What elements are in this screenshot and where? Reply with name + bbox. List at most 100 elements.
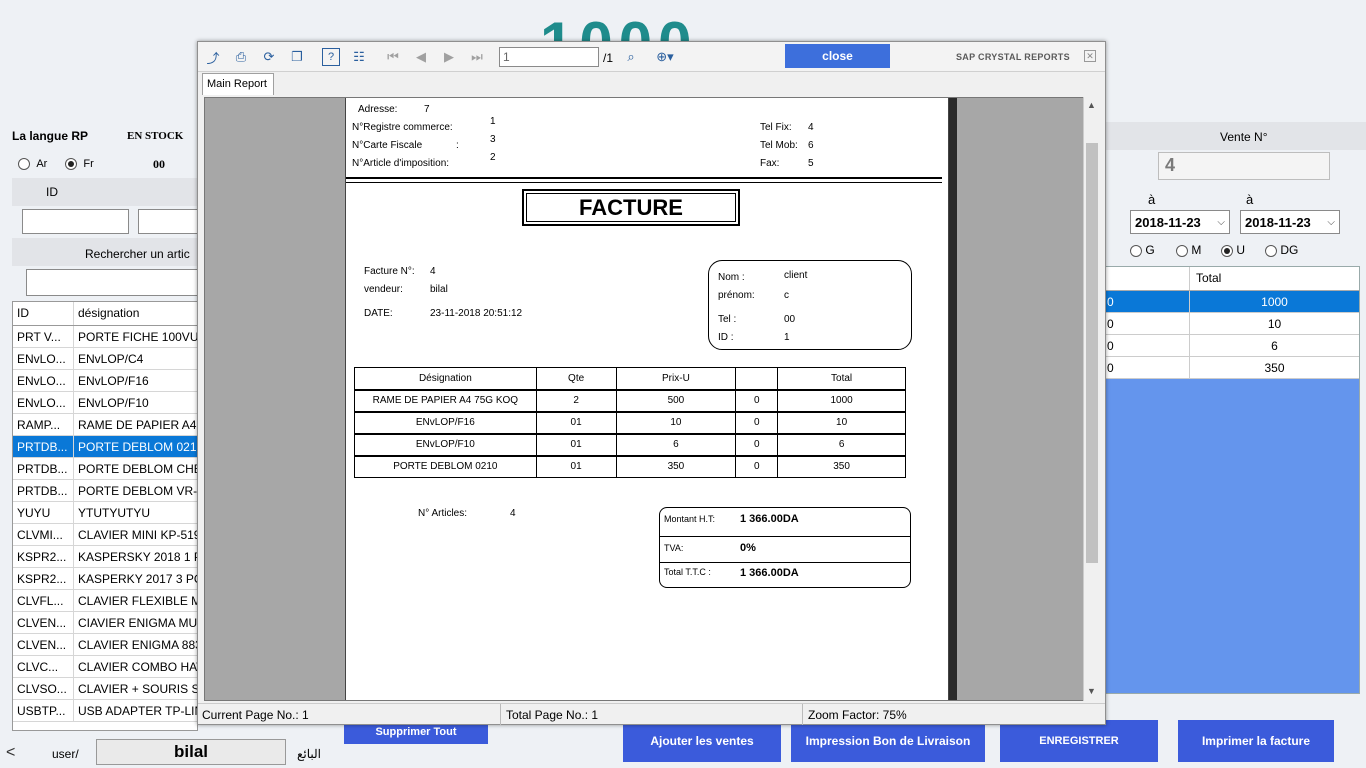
id-input[interactable] xyxy=(22,209,129,234)
cell-id[interactable]: CLVEN... xyxy=(13,634,74,655)
table-row[interactable]: USBTP... USB ADAPTER TP-LIN xyxy=(13,700,197,722)
cell-total[interactable]: 350 xyxy=(1190,357,1359,378)
table-row[interactable]: ENvLO... ENvLOP/F10 xyxy=(13,392,197,414)
cell-designation[interactable]: CLAVIER ENIGMA 883 xyxy=(74,634,197,655)
refresh-icon[interactable]: ⟳ xyxy=(260,48,278,66)
table-row[interactable]: PRT V... PORTE FICHE 100VUE xyxy=(13,326,197,348)
chevron-down-icon[interactable]: ⌵ xyxy=(1217,217,1225,228)
scroll-down-icon[interactable]: ▼ xyxy=(1087,686,1096,696)
cell-id[interactable]: CLVMI... xyxy=(13,524,74,545)
prev-page-icon[interactable]: ◀ xyxy=(412,48,430,66)
zoom-icon[interactable]: ⊕▾ xyxy=(650,48,680,66)
cell-designation[interactable]: ENvLOP/F10 xyxy=(74,392,197,413)
cell-designation[interactable]: ENvLOP/F16 xyxy=(74,370,197,391)
next-page-icon[interactable]: ▶ xyxy=(440,48,458,66)
chevron-down-icon[interactable]: ⌵ xyxy=(1327,217,1335,228)
cell-remise[interactable]: 0 xyxy=(1105,335,1190,356)
col-header-designation[interactable]: désignation xyxy=(74,302,197,325)
radio-dg[interactable]: DG xyxy=(1265,243,1298,257)
cell-id[interactable]: ENvLO... xyxy=(13,370,74,391)
scroll-up-icon[interactable]: ▲ xyxy=(1087,100,1096,110)
print-invoice-button[interactable]: Imprimer la facture xyxy=(1178,720,1334,762)
group-tree-icon[interactable]: ☷ xyxy=(350,48,368,66)
cell-id[interactable]: YUYU xyxy=(13,502,74,523)
cell-designation[interactable]: YTUTYUTYU xyxy=(74,502,197,523)
radio-u-circle[interactable] xyxy=(1221,244,1233,257)
copy-icon[interactable]: ❐ xyxy=(288,48,306,66)
table-row[interactable]: CLVSO... CLAVIER + SOURIS S xyxy=(13,678,197,700)
cell-remise[interactable]: 0 xyxy=(1105,291,1190,312)
report-canvas[interactable]: Adresse: 7 N°Registre commerce: 1 N°Cart… xyxy=(204,97,1100,701)
cell-total[interactable]: 6 xyxy=(1190,335,1359,356)
table-row[interactable]: CLVEN... CIAVIER ENIGMA MU xyxy=(13,612,197,634)
close-button[interactable]: close xyxy=(785,44,890,68)
radio-dg-circle[interactable] xyxy=(1265,244,1277,257)
cell-id[interactable]: ENvLO... xyxy=(13,348,74,369)
table-row[interactable]: KSPR2... KASPERKY 2017 3 PO xyxy=(13,568,197,590)
cell-id[interactable]: PRTDB... xyxy=(13,480,74,501)
cell-designation[interactable]: USB ADAPTER TP-LIN xyxy=(74,700,197,721)
cell-designation[interactable]: KASPERKY 2017 3 PO xyxy=(74,568,197,589)
cell-total[interactable]: 10 xyxy=(1190,313,1359,334)
cell-remise[interactable]: 0 xyxy=(1105,357,1190,378)
table-row[interactable]: PRTDB... PORTE DEBLOM CHEF xyxy=(13,458,197,480)
col-header-total[interactable]: Total xyxy=(1190,267,1359,290)
cell-designation[interactable]: CLAVIER COMBO HAV xyxy=(74,656,197,677)
cell-id[interactable]: CLVC... xyxy=(13,656,74,677)
page-number-input[interactable]: 1 xyxy=(499,47,599,67)
radio-ar-circle[interactable] xyxy=(18,157,30,170)
vente-number-field[interactable]: 4 xyxy=(1158,152,1330,180)
radio-g-circle[interactable] xyxy=(1130,244,1142,257)
table-row[interactable]: CLVC... CLAVIER COMBO HAV xyxy=(13,656,197,678)
cell-id[interactable]: KSPR2... xyxy=(13,568,74,589)
cell-designation[interactable]: CLAVIER FLEXIBLE M xyxy=(74,590,197,611)
radio-g[interactable]: G xyxy=(1130,243,1155,257)
print-delivery-note-button[interactable]: Impression Bon de Livraison xyxy=(791,720,985,762)
find-icon[interactable]: ⌕ xyxy=(622,48,640,66)
designation-input[interactable] xyxy=(138,209,198,234)
table-row[interactable]: PRTDB... PORTE DEBLOM 0210 xyxy=(13,436,197,458)
table-row[interactable]: CLVMI... CLAVIER MINI KP-519 xyxy=(13,524,197,546)
radio-m-circle[interactable] xyxy=(1176,244,1188,257)
user-field[interactable]: bilal xyxy=(96,739,286,765)
date-to-picker[interactable]: 2018-11-23 ⌵ xyxy=(1240,210,1340,234)
table-row[interactable]: ENvLO... ENvLOP/C4 xyxy=(13,348,197,370)
cell-designation[interactable]: PORTE DEBLOM 0210 xyxy=(74,436,197,457)
cell-id[interactable]: PRTDB... xyxy=(13,436,74,457)
nav-prev-icon[interactable]: < xyxy=(6,744,15,762)
cell-id[interactable]: USBTP... xyxy=(13,700,74,721)
table-row[interactable]: PRTDB... PORTE DEBLOM VR-3 xyxy=(13,480,197,502)
scroll-thumb[interactable] xyxy=(1086,143,1098,563)
table-row[interactable]: CLVEN... CLAVIER ENIGMA 883 xyxy=(13,634,197,656)
cell-designation[interactable]: PORTE DEBLOM VR-3 xyxy=(74,480,197,501)
table-row[interactable]: CLVFL... CLAVIER FLEXIBLE M xyxy=(13,590,197,612)
table-row[interactable]: ENvLO... ENvLOP/F16 xyxy=(13,370,197,392)
first-page-icon[interactable]: ⏮ xyxy=(384,48,402,66)
table-row[interactable]: YUYU YTUTYUTYU xyxy=(13,502,197,524)
radio-m[interactable]: M xyxy=(1176,243,1201,257)
cell-id[interactable]: CLVSO... xyxy=(13,678,74,699)
table-row[interactable]: 0 350 xyxy=(1105,357,1359,379)
close-icon[interactable]: ✕ xyxy=(1084,50,1096,62)
cell-remise[interactable]: 0 xyxy=(1105,313,1190,334)
table-row[interactable]: 06 xyxy=(1105,335,1359,357)
search-input[interactable] xyxy=(26,269,198,296)
table-row[interactable]: 0 1000 xyxy=(1105,291,1359,313)
cell-designation[interactable]: PORTE FICHE 100VUE xyxy=(74,326,197,347)
cell-designation[interactable]: PORTE DEBLOM CHEF xyxy=(74,458,197,479)
vertical-scrollbar[interactable]: ▲ ▼ xyxy=(1083,97,1100,701)
radio-fr-circle[interactable] xyxy=(65,157,77,170)
cell-designation[interactable]: RAME DE PAPIER A4 xyxy=(74,414,197,435)
cell-total[interactable]: 1000 xyxy=(1190,291,1359,312)
cell-id[interactable]: KSPR2... xyxy=(13,546,74,567)
cell-id[interactable]: PRTDB... xyxy=(13,458,74,479)
date-from-picker[interactable]: 2018-11-23 ⌵ xyxy=(1130,210,1230,234)
table-row[interactable]: KSPR2... KASPERSKY 2018 1 P xyxy=(13,546,197,568)
cell-designation[interactable]: CIAVIER ENIGMA MU xyxy=(74,612,197,633)
sales-grid[interactable]: Total 0 1000 0 10 0 6 0 350 xyxy=(1104,266,1360,694)
save-button[interactable]: ENREGISTRER xyxy=(1000,720,1158,762)
radio-u[interactable]: U xyxy=(1221,243,1245,257)
radio-fr[interactable]: Fr xyxy=(65,156,94,170)
last-page-icon[interactable]: ⏭ xyxy=(468,48,486,66)
col-header-id[interactable]: ID xyxy=(13,302,74,325)
